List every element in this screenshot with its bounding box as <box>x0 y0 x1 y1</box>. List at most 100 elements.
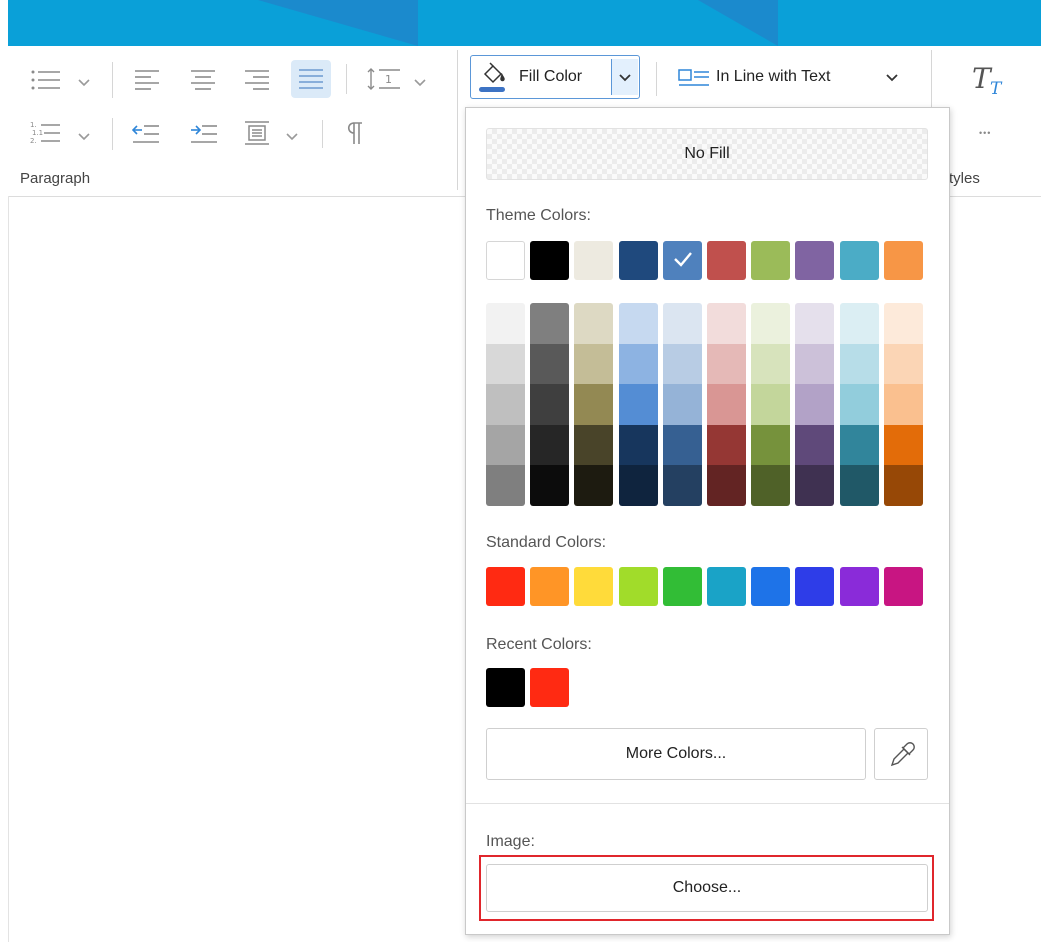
shade-swatch[interactable] <box>618 465 658 507</box>
shade-swatch[interactable] <box>795 384 835 426</box>
align-center-icon[interactable] <box>190 68 216 92</box>
shade-swatch[interactable] <box>574 465 614 507</box>
shade-swatch[interactable] <box>530 384 570 426</box>
shade-swatch[interactable] <box>795 303 835 344</box>
shade-swatch[interactable] <box>574 303 614 344</box>
shade-swatch[interactable] <box>795 343 835 385</box>
standard-color-swatch[interactable] <box>883 567 923 606</box>
shade-swatch[interactable] <box>707 303 746 344</box>
shade-swatch[interactable] <box>574 384 614 426</box>
theme-color-swatch[interactable] <box>707 241 746 280</box>
shade-swatch[interactable] <box>618 424 658 466</box>
eyedropper-button[interactable] <box>874 728 928 780</box>
shade-swatch[interactable] <box>662 303 702 344</box>
align-left-icon[interactable] <box>134 68 160 92</box>
shade-swatch[interactable] <box>662 384 702 426</box>
toolbar-separator <box>322 120 323 148</box>
shade-swatch[interactable] <box>707 465 746 507</box>
shade-swatch[interactable] <box>618 343 658 385</box>
shade-swatch[interactable] <box>707 384 746 426</box>
shade-swatch[interactable] <box>574 343 614 385</box>
shade-swatch[interactable] <box>751 424 791 466</box>
shade-swatch[interactable] <box>751 343 791 385</box>
more-colors-button[interactable]: More Colors... <box>486 728 866 780</box>
choose-image-button[interactable]: Choose... <box>486 864 928 912</box>
shade-swatch[interactable] <box>795 424 835 466</box>
theme-color-swatch[interactable] <box>795 241 835 280</box>
standard-color-swatch[interactable] <box>839 567 879 606</box>
numbered-list-icon[interactable]: 1. 1.1 2. <box>30 120 62 146</box>
shade-swatch[interactable] <box>486 343 525 385</box>
standard-color-swatch[interactable] <box>662 567 702 606</box>
shade-swatch[interactable] <box>839 424 879 466</box>
shade-swatch[interactable] <box>707 424 746 466</box>
bullet-list-icon[interactable] <box>30 68 62 92</box>
shade-swatch[interactable] <box>530 303 570 344</box>
chevron-down-icon[interactable] <box>414 74 426 92</box>
shade-swatch[interactable] <box>883 465 923 507</box>
theme-color-swatch[interactable] <box>574 241 614 280</box>
align-right-icon[interactable] <box>244 68 270 92</box>
standard-color-swatch[interactable] <box>530 567 570 606</box>
shade-swatch[interactable] <box>883 384 923 426</box>
shade-swatch[interactable] <box>486 303 525 344</box>
shade-swatch[interactable] <box>530 465 570 507</box>
shade-swatch[interactable] <box>751 303 791 344</box>
svg-text:T: T <box>990 79 1003 98</box>
shade-swatch[interactable] <box>486 384 525 426</box>
increase-indent-icon[interactable] <box>190 122 218 146</box>
pilcrow-icon[interactable] <box>344 120 364 146</box>
shade-swatch[interactable] <box>530 424 570 466</box>
chevron-down-icon[interactable] <box>78 74 90 92</box>
shade-swatch[interactable] <box>486 424 525 466</box>
recent-color-swatch[interactable] <box>486 668 525 707</box>
fill-color-button[interactable]: Fill Color <box>470 55 640 99</box>
theme-color-swatch[interactable] <box>751 241 791 280</box>
shade-swatch[interactable] <box>751 465 791 507</box>
shade-swatch[interactable] <box>839 343 879 385</box>
shade-swatch[interactable] <box>839 384 879 426</box>
standard-color-swatch[interactable] <box>795 567 835 606</box>
chevron-down-icon[interactable] <box>286 128 298 146</box>
text-styles-icon[interactable]: T T <box>970 62 1010 98</box>
align-justify-icon[interactable] <box>291 60 331 98</box>
shade-swatch[interactable] <box>839 303 879 344</box>
more-options-icon[interactable]: ••• <box>979 128 991 138</box>
shade-swatch[interactable] <box>662 343 702 385</box>
shade-swatch[interactable] <box>795 465 835 507</box>
theme-color-swatch[interactable] <box>839 241 879 280</box>
paragraph-spacing-icon[interactable] <box>244 120 270 146</box>
no-fill-button[interactable]: No Fill <box>486 128 928 180</box>
text-wrap-button[interactable]: In Line with Text <box>676 60 906 94</box>
shade-swatch[interactable] <box>618 303 658 344</box>
standard-color-swatch[interactable] <box>707 567 746 606</box>
shade-swatch[interactable] <box>883 343 923 385</box>
standard-color-swatch[interactable] <box>486 567 525 606</box>
standard-color-swatch[interactable] <box>574 567 614 606</box>
shade-swatch[interactable] <box>751 384 791 426</box>
theme-color-swatch[interactable] <box>662 241 702 280</box>
shade-swatch[interactable] <box>883 303 923 344</box>
shade-swatch[interactable] <box>662 465 702 507</box>
theme-color-swatch[interactable] <box>618 241 658 280</box>
fill-color-dropdown-toggle[interactable] <box>611 59 638 95</box>
standard-color-swatch[interactable] <box>751 567 791 606</box>
shade-swatch[interactable] <box>707 343 746 385</box>
shade-swatch[interactable] <box>618 384 658 426</box>
decrease-indent-icon[interactable] <box>132 122 160 146</box>
shade-swatch[interactable] <box>662 424 702 466</box>
recent-color-swatch[interactable] <box>530 668 570 707</box>
title-bar-decoration <box>698 0 778 46</box>
shade-swatch[interactable] <box>839 465 879 507</box>
theme-color-swatch[interactable] <box>486 241 525 280</box>
shade-swatch[interactable] <box>486 465 525 507</box>
theme-color-swatch[interactable] <box>883 241 923 280</box>
image-label: Image: <box>486 833 535 850</box>
shade-swatch[interactable] <box>574 424 614 466</box>
theme-color-swatch[interactable] <box>530 241 570 280</box>
shade-swatch[interactable] <box>530 343 570 385</box>
line-spacing-icon[interactable]: 1 <box>366 66 402 92</box>
standard-color-swatch[interactable] <box>618 567 658 606</box>
shade-swatch[interactable] <box>883 424 923 466</box>
chevron-down-icon[interactable] <box>78 128 90 146</box>
